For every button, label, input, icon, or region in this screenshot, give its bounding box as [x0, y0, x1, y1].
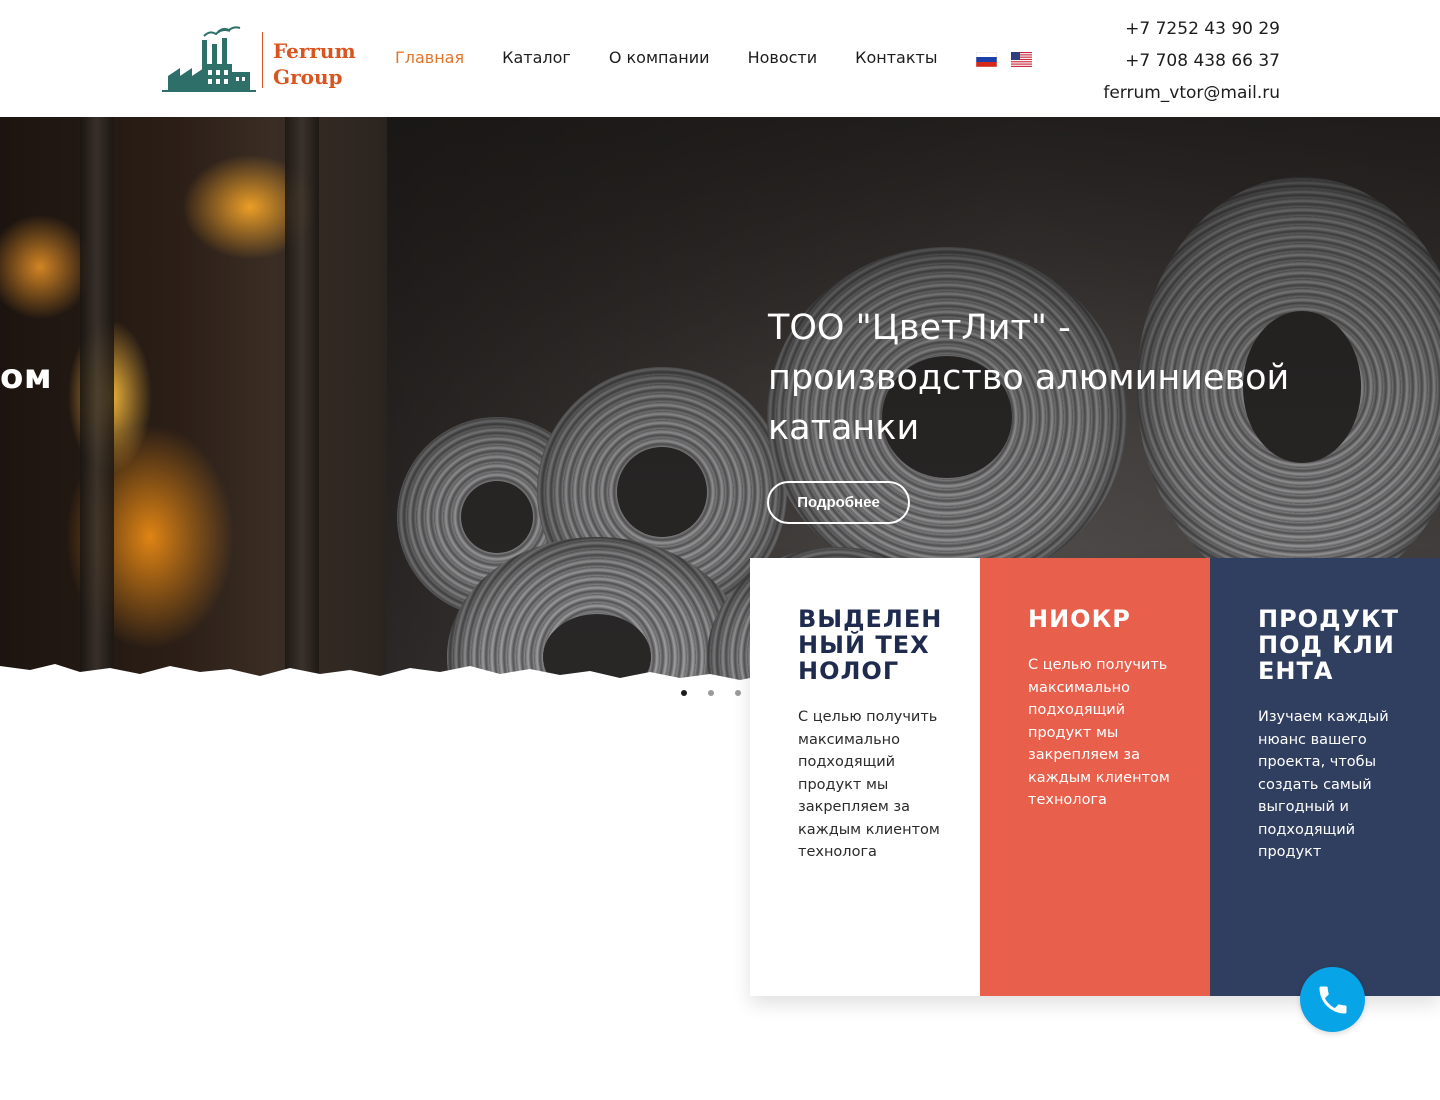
feature-cards: ВЫДЕЛЕННЫЙ ТЕХНОЛОГ С целью получить мак… — [750, 558, 1440, 996]
logo-text: Ferrum Group — [273, 38, 356, 90]
main-nav: Главная Каталог О компании Новости Конта… — [395, 47, 975, 69]
logo-line-2: Group — [273, 65, 343, 89]
feature-card-custom-product: ПРОДУКТ ПОД КЛИЕНТА Изучаем каждый нюанс… — [1210, 558, 1440, 996]
nav-item-about[interactable]: О компании — [609, 47, 710, 69]
feature-card-text: С целью получить максимально подходящий … — [1028, 657, 1170, 808]
feature-card-title: ПРОДУКТ ПОД КЛИЕНТА — [1258, 605, 1399, 685]
phone-link-1[interactable]: +7 7252 43 90 29 — [1103, 13, 1280, 45]
feature-card-title: НИОКР — [1028, 605, 1131, 633]
nav-item-home[interactable]: Главная — [395, 47, 464, 69]
email-link[interactable]: ferrum_vtor@mail.ru — [1103, 77, 1280, 109]
previous-slide-image: ом — [0, 117, 388, 700]
logo-line-1: Ferrum — [273, 39, 356, 63]
hero-title: ТОО "ЦветЛит" - производство алюминиевой… — [768, 303, 1368, 453]
furnace-post — [80, 117, 114, 700]
slider-dot[interactable] — [708, 690, 714, 696]
header-contacts: +7 7252 43 90 29 +7 708 438 66 37 ferrum… — [1103, 13, 1280, 109]
nav-item-catalog[interactable]: Каталог — [502, 47, 571, 69]
hero-title-line-1: ТОО "ЦветЛит" - — [768, 308, 1071, 348]
nav-item-contacts[interactable]: Контакты — [855, 47, 937, 69]
feature-card-rnd: НИОКР С целью получить максимально подхо… — [980, 558, 1210, 996]
phone-icon — [1319, 986, 1346, 1013]
callback-button[interactable] — [1300, 967, 1365, 1032]
site-header: Ferrum Group Главная Каталог О компании … — [0, 0, 1440, 117]
language-switcher — [976, 52, 1032, 67]
feature-card-technologist: ВЫДЕЛЕННЫЙ ТЕХНОЛОГ С целью получить мак… — [750, 558, 980, 996]
slider-dot[interactable] — [735, 690, 741, 696]
furnace-post — [285, 117, 319, 700]
factory-icon — [162, 26, 256, 92]
hero-title-line-3: катанки — [768, 408, 920, 448]
more-details-button[interactable]: Подробнее — [767, 481, 910, 524]
torn-paper-edge — [0, 664, 760, 700]
feature-card-title: ВЫДЕЛЕННЫЙ ТЕХНОЛОГ — [798, 605, 943, 685]
previous-slide-title: ом — [0, 357, 53, 397]
logo[interactable]: Ferrum Group — [160, 22, 360, 96]
feature-card-text: С целью получить максимально подходящий … — [798, 709, 940, 860]
hero-title-line-2: производство алюминиевой — [768, 358, 1290, 398]
slider-dot-active[interactable] — [681, 690, 687, 696]
russia-flag-icon[interactable] — [976, 52, 997, 67]
logo-divider — [262, 32, 263, 88]
nav-item-news[interactable]: Новости — [748, 47, 818, 69]
feature-card-text: Изучаем каждый нюанс вашего проекта, что… — [1258, 709, 1389, 860]
phone-link-2[interactable]: +7 708 438 66 37 — [1103, 45, 1280, 77]
usa-flag-icon[interactable] — [1011, 52, 1032, 67]
